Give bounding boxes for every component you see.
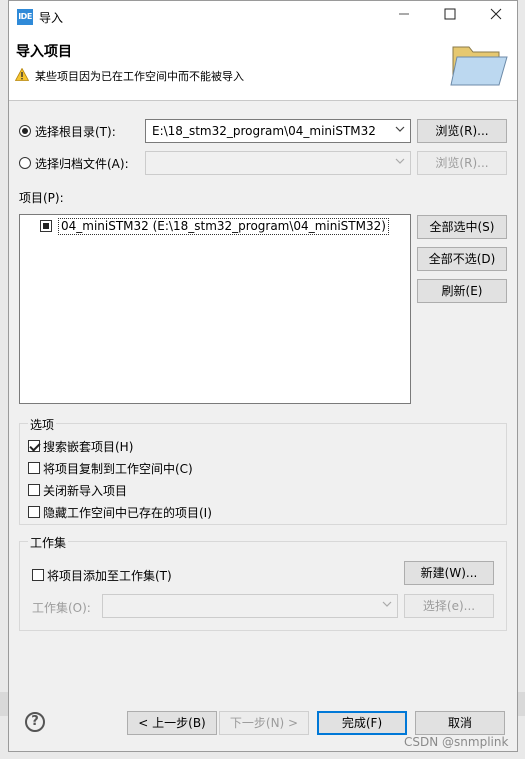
cancel-button[interactable]: 取消	[415, 711, 505, 735]
new-working-set-button[interactable]: 新建(W)...	[404, 561, 494, 585]
option-label: 搜索嵌套项目(H)	[43, 439, 134, 454]
projects-list[interactable]: 04_miniSTM32 (E:\18_stm32_program\04_min…	[19, 214, 411, 404]
option-copy-to-workspace[interactable]: 将项目复制到工作空间中(C)	[28, 459, 193, 477]
wizard-header: 导入项目 某些项目因为已在工作空间中而不能被导入	[9, 33, 517, 101]
option-label: 将项目复制到工作空间中(C)	[43, 461, 193, 476]
option-search-nested[interactable]: 搜索嵌套项目(H)	[28, 437, 133, 455]
select-working-set-button[interactable]: 选择(e)...	[404, 594, 494, 618]
working-set-label: 工作集(O):	[32, 601, 91, 615]
checkbox[interactable]	[28, 462, 40, 474]
chevron-down-icon	[395, 158, 405, 164]
warning-icon	[15, 68, 29, 81]
background-strip-right	[518, 692, 525, 716]
select-all-button[interactable]: 全部选中(S)	[417, 215, 507, 239]
watermark: CSDN @snmplink	[404, 735, 509, 749]
working-sets-group: 工作集 将项目添加至工作集(T) 新建(W)... 工作集(O): 选择(e).…	[19, 534, 507, 631]
checkbox[interactable]	[32, 569, 44, 581]
folder-icon	[450, 46, 508, 86]
add-to-working-set-label: 将项目添加至工作集(T)	[47, 568, 172, 583]
checkbox[interactable]	[28, 440, 40, 452]
deselect-all-button[interactable]: 全部不选(D)	[417, 247, 507, 271]
archive-radio[interactable]: 选择归档文件(A):	[19, 153, 129, 173]
minimize-button[interactable]	[381, 1, 427, 31]
back-button[interactable]: < 上一步(B)	[127, 711, 217, 735]
maximize-button[interactable]	[427, 1, 473, 31]
archive-label: 选择归档文件(A):	[35, 156, 129, 171]
chevron-down-icon	[395, 126, 405, 132]
option-close-new-projects[interactable]: 关闭新导入项目	[28, 481, 127, 499]
working-sets-title: 工作集	[28, 534, 69, 551]
background-strip-left	[0, 692, 8, 716]
close-button[interactable]	[473, 1, 519, 31]
project-name: 04_miniSTM32 (E:\18_stm32_program\04_min…	[58, 217, 389, 235]
add-to-working-set-option[interactable]: 将项目添加至工作集(T)	[32, 566, 172, 584]
header-message: 某些项目因为已在工作空间中而不能被导入	[35, 70, 244, 83]
checkbox[interactable]	[28, 484, 40, 496]
root-dir-radio[interactable]: 选择根目录(T):	[19, 121, 116, 141]
working-set-combo[interactable]	[102, 594, 398, 618]
refresh-button[interactable]: 刷新(E)	[417, 279, 507, 303]
chevron-down-icon	[382, 601, 392, 607]
help-icon[interactable]: ?	[25, 712, 45, 732]
checkbox[interactable]	[28, 506, 40, 518]
radio-circle[interactable]	[19, 125, 31, 137]
option-hide-existing[interactable]: 隐藏工作空间中已存在的项目(I)	[28, 503, 212, 521]
title-bar: IDE 导入	[9, 1, 517, 33]
list-item[interactable]: 04_miniSTM32 (E:\18_stm32_program\04_min…	[40, 217, 389, 235]
close-icon	[490, 8, 502, 20]
browse-root-button[interactable]: 浏览(R)...	[417, 119, 507, 143]
options-group: 选项 搜索嵌套项目(H) 将项目复制到工作空间中(C) 关闭新导入项目 隐藏工作…	[19, 416, 507, 525]
next-button[interactable]: 下一步(N) >	[219, 711, 309, 735]
root-dir-label: 选择根目录(T):	[35, 124, 116, 139]
minimize-icon	[399, 13, 409, 15]
root-dir-value: E:\18_stm32_program\04_miniSTM32	[152, 124, 376, 138]
radio-circle[interactable]	[19, 157, 31, 169]
finish-button[interactable]: 完成(F)	[317, 711, 407, 735]
import-dialog: IDE 导入 导入项目 某些项目因为已在工作空间中而不能被导入 选择根目录(T)…	[8, 0, 518, 752]
window-title: 导入	[39, 11, 64, 25]
archive-combo[interactable]	[145, 151, 411, 175]
options-title: 选项	[28, 416, 57, 433]
maximize-icon	[444, 8, 456, 20]
app-icon: IDE	[17, 9, 33, 25]
page-title: 导入项目	[16, 44, 72, 60]
browse-archive-button[interactable]: 浏览(R)...	[417, 151, 507, 175]
root-dir-combo[interactable]: E:\18_stm32_program\04_miniSTM32	[145, 119, 411, 143]
project-checkbox[interactable]	[40, 220, 52, 232]
option-label: 隐藏工作空间中已存在的项目(I)	[43, 505, 212, 520]
projects-label: 项目(P):	[19, 191, 64, 205]
option-label: 关闭新导入项目	[43, 483, 128, 498]
